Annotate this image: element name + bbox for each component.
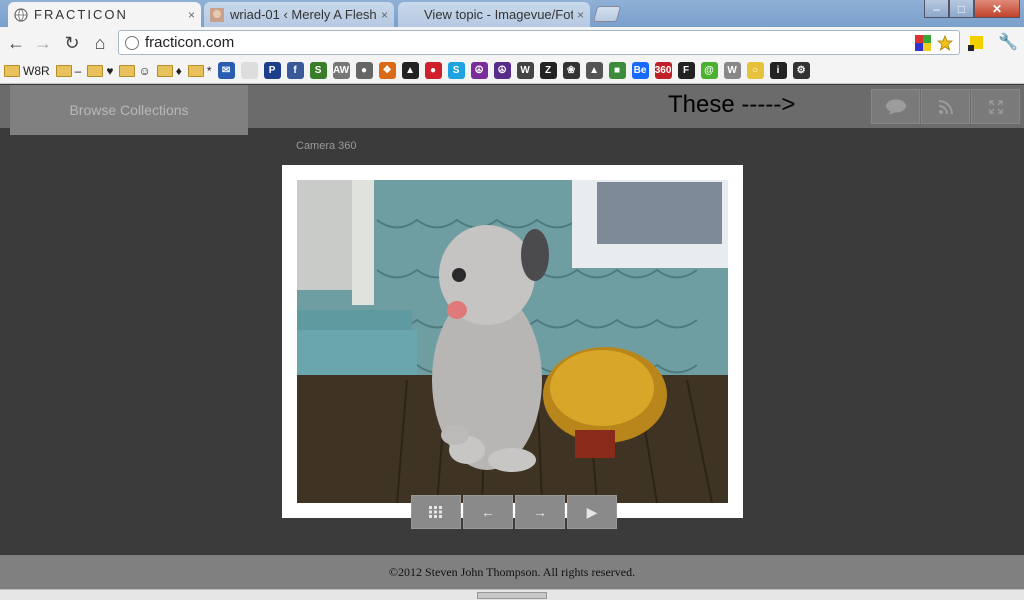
s-green-icon[interactable]: S	[309, 62, 327, 79]
reload-button[interactable]: ↻	[62, 33, 82, 53]
folder-icon	[87, 64, 104, 77]
bookmark-folder[interactable]: ♦	[156, 61, 182, 81]
f-dark-icon[interactable]: F	[677, 62, 695, 79]
rss-button[interactable]	[921, 89, 970, 124]
tab-title: FRACTICON	[34, 7, 128, 22]
tab-title: View topic - Imagevue/Foto	[424, 7, 573, 22]
bookmarks-bar: W8R – ♥ ☺ ♦ * ✉ Pf S AW ● ❖ ▲ ● S ☮ ☮ W Z ❀ ▲ ■ Be 360 F @ W ○ i ⚙	[0, 58, 1024, 84]
peace-icon[interactable]: ☮	[470, 62, 488, 79]
address-url: fracticon.com	[145, 34, 235, 51]
peace-2-icon[interactable]: ☮	[493, 62, 511, 79]
these-annotation: These ----->	[668, 91, 796, 118]
play-button[interactable]: ▶	[567, 495, 617, 529]
minimize-button[interactable]: –	[924, 0, 949, 18]
comment-button[interactable]	[871, 89, 920, 124]
bookmark-folder-label: ♦	[175, 63, 182, 78]
tab-close-icon[interactable]: ×	[577, 8, 584, 22]
scrollbar-thumb[interactable]	[477, 592, 547, 599]
back-button[interactable]: ←	[6, 33, 26, 53]
photo-frame	[282, 165, 743, 518]
browse-collections-button[interactable]: Browse Collections	[10, 85, 248, 135]
folder-icon	[156, 64, 173, 77]
skype-icon[interactable]: S	[447, 62, 465, 79]
flame-icon[interactable]: ▲	[585, 62, 603, 79]
tab-close-icon[interactable]: ×	[188, 8, 195, 22]
yellow-ring-icon[interactable]: ○	[746, 62, 764, 79]
wikipedia-icon[interactable]: W	[516, 62, 534, 79]
forward-button[interactable]: →	[33, 33, 53, 53]
previous-button[interactable]: ←	[463, 495, 513, 529]
rss-icon	[938, 99, 953, 114]
dog-statue-photo[interactable]	[297, 180, 728, 503]
close-window-button[interactable]: ✕	[974, 0, 1020, 18]
w-box-icon[interactable]: W	[723, 62, 741, 79]
bookmark-folder[interactable]: ☺	[119, 61, 151, 81]
sticky-note-icon[interactable]	[966, 33, 986, 53]
wrench-icon[interactable]: 🔧	[998, 32, 1018, 52]
fullscreen-icon	[988, 99, 1003, 114]
gallery-title: Camera 360	[296, 140, 357, 152]
avatar-icon	[210, 7, 224, 22]
tab-wriad[interactable]: wriad-01 ‹ Merely A Flesh W ×	[204, 2, 394, 27]
maximize-button[interactable]: □	[949, 0, 974, 18]
bookmark-folder[interactable]: W8R	[4, 61, 50, 81]
folder-icon	[4, 64, 20, 77]
bookmark-folder[interactable]: –	[55, 61, 82, 81]
folder-icon	[119, 64, 136, 77]
globe-icon	[125, 35, 139, 50]
bird-icon[interactable]: ▲	[401, 62, 419, 79]
page-icon[interactable]	[240, 62, 258, 79]
z-icon[interactable]: Z	[539, 62, 557, 79]
bookmark-i-icon[interactable]: i	[769, 62, 787, 79]
browser-toolbar: ← → ↻ ⌂ fracticon.com 🔧	[0, 27, 1024, 58]
orange-icon[interactable]: ❖	[378, 62, 396, 79]
folder-icon	[55, 64, 72, 77]
tab-close-icon[interactable]: ×	[381, 8, 388, 22]
aperture-icon[interactable]: ❀	[562, 62, 580, 79]
browser-titlebar: FRACTICON × wriad-01 ‹ Merely A Flesh W …	[0, 0, 1024, 27]
grid-icon	[429, 506, 442, 518]
colors-icon[interactable]: ■	[608, 62, 626, 79]
horizontal-scrollbar[interactable]	[0, 589, 1024, 600]
red-dot-icon[interactable]: ●	[424, 62, 442, 79]
aw-icon[interactable]: AW	[332, 62, 350, 79]
crescent-icon	[407, 8, 413, 21]
thumbnails-button[interactable]	[411, 495, 461, 529]
behance-icon[interactable]: Be	[631, 62, 649, 79]
bookmark-folder-label: W8R	[23, 63, 50, 78]
home-button[interactable]: ⌂	[90, 33, 110, 53]
colors-extension-icon[interactable]	[915, 34, 931, 51]
bookmark-folder-label: ☺	[138, 63, 151, 78]
tab-fracticon[interactable]: FRACTICON ×	[8, 2, 201, 27]
folder-icon	[187, 64, 204, 77]
paypal-icon[interactable]: P	[263, 62, 281, 79]
bookmark-folder[interactable]: *	[187, 61, 212, 81]
gallery-controls: ← → ▶	[411, 495, 619, 529]
page-content: Browse Collections These -----> Camera 3…	[0, 85, 1024, 600]
address-bar[interactable]: fracticon.com	[118, 30, 960, 55]
star-icon[interactable]	[937, 34, 953, 51]
footer-copyright: ©2012 Steven John Thompson. All rights r…	[0, 555, 1024, 589]
bookmark-folder-label: ♥	[106, 63, 114, 78]
bookmark-folder-label: *	[206, 63, 212, 78]
360-icon[interactable]: 360	[654, 62, 672, 79]
next-button[interactable]: →	[515, 495, 565, 529]
new-tab-button[interactable]	[592, 6, 622, 22]
fullscreen-button[interactable]	[971, 89, 1020, 124]
facebook-icon[interactable]: f	[286, 62, 304, 79]
tab-title: wriad-01 ‹ Merely A Flesh W	[230, 7, 377, 22]
gear-icon[interactable]: ⚙	[792, 62, 810, 79]
mail-icon[interactable]: ✉	[217, 62, 235, 79]
green-spiral-icon[interactable]: @	[700, 62, 718, 79]
globe-icon	[14, 7, 28, 22]
globe-icon[interactable]: ●	[355, 62, 373, 79]
bookmark-folder-label: –	[74, 63, 82, 78]
window-controls: – □ ✕	[924, 0, 1020, 18]
bookmark-folder[interactable]: ♥	[87, 61, 113, 81]
comment-icon	[885, 99, 906, 115]
tab-imagevue[interactable]: View topic - Imagevue/Foto ×	[398, 2, 590, 27]
